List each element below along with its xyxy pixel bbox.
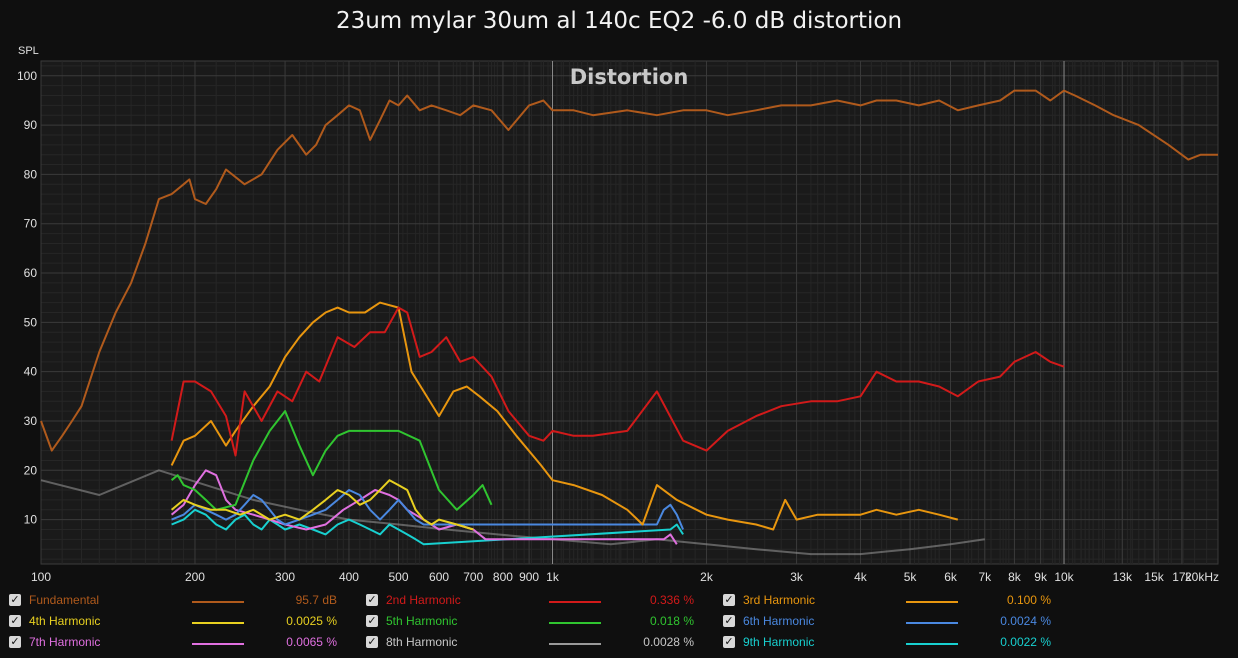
x-tick-label: 1k: [546, 570, 560, 584]
x-tick-label: 600: [429, 570, 449, 584]
y-tick-label: 90: [24, 118, 38, 132]
legend-item: ✓ 6th Harmonic 0.0024 %: [723, 613, 1063, 633]
x-tick-label: 15k: [1144, 570, 1164, 584]
x-tick-label: 4k: [854, 570, 868, 584]
x-tick-label: 10k: [1054, 570, 1074, 584]
checkbox[interactable]: ✓: [723, 615, 735, 627]
y-tick-label: 40: [24, 365, 38, 379]
x-tick-label: 500: [389, 570, 409, 584]
legend-item: ✓ 2nd Harmonic 0.336 %: [366, 592, 706, 612]
x-tick-label: 800: [493, 570, 513, 584]
legend-item: ✓ 4th Harmonic 0.0025 %: [9, 613, 349, 633]
legend-swatch: [549, 643, 601, 645]
legend-label: 7th Harmonic: [29, 635, 101, 649]
x-tick-label: 5k: [904, 570, 918, 584]
legend-item: ✓ 5th Harmonic 0.018 %: [366, 613, 706, 633]
legend: ✓ Fundamental 95.7 dB ✓ 2nd Harmonic 0.336 % ✓…: [0, 590, 1238, 658]
legend-swatch: [192, 601, 244, 603]
legend-item: ✓ Fundamental 95.7 dB: [9, 592, 349, 612]
legend-label: 9th Harmonic: [743, 635, 815, 649]
x-tick-label: 13k: [1113, 570, 1133, 584]
legend-swatch: [549, 601, 601, 603]
y-tick-label: 30: [24, 414, 38, 428]
y-tick-label: 20: [24, 463, 38, 477]
legend-label: 4th Harmonic: [29, 614, 101, 628]
legend-value: 0.0065 %: [286, 635, 337, 649]
x-tick-label: 700: [463, 570, 483, 584]
checkbox[interactable]: ✓: [366, 636, 378, 648]
x-tick-label: 100: [31, 570, 51, 584]
legend-value: 0.0024 %: [1000, 614, 1051, 628]
y-tick-label: 100: [17, 69, 37, 83]
legend-value: 0.100 %: [1006, 593, 1051, 607]
y-tick-label: 80: [24, 167, 38, 181]
legend-label: Fundamental: [29, 593, 100, 607]
legend-value: 0.336 %: [649, 593, 694, 607]
checkbox[interactable]: ✓: [723, 594, 735, 606]
checkbox[interactable]: ✓: [366, 615, 378, 627]
legend-swatch: [906, 622, 958, 624]
checkbox[interactable]: ✓: [723, 636, 735, 648]
y-tick-label: 50: [24, 315, 38, 329]
x-tick-label: 400: [339, 570, 359, 584]
y-tick-label: 10: [24, 513, 38, 527]
distortion-plot: 10 20 30 40 50 60 70 80 90 100 100 200 300 400 500 600…: [17, 45, 1219, 584]
x-tick-label: 20kHz: [1185, 570, 1219, 584]
checkbox[interactable]: ✓: [366, 594, 378, 606]
x-tick-label: 300: [275, 570, 295, 584]
legend-label: 2nd Harmonic: [386, 593, 461, 607]
checkbox[interactable]: ✓: [9, 636, 21, 648]
plot-subtitle: Distortion: [570, 65, 689, 89]
x-tick-label: 900: [519, 570, 539, 584]
legend-value: 0.018 %: [649, 614, 694, 628]
legend-item: ✓ 9th Harmonic 0.0022 %: [723, 634, 1063, 654]
x-tick-label: 7k: [978, 570, 992, 584]
checkbox[interactable]: ✓: [9, 594, 21, 606]
legend-item: ✓ 3rd Harmonic 0.100 %: [723, 592, 1063, 612]
legend-swatch: [906, 643, 958, 645]
x-tick-label: 6k: [944, 570, 958, 584]
y-tick-label: 60: [24, 266, 38, 280]
legend-swatch: [906, 601, 958, 603]
x-tick-label: 8k: [1008, 570, 1022, 584]
legend-swatch: [192, 643, 244, 645]
x-tick-label: 3k: [790, 570, 804, 584]
legend-label: 3rd Harmonic: [743, 593, 816, 607]
x-tick-label: 2k: [700, 570, 714, 584]
legend-label: 5th Harmonic: [386, 614, 458, 628]
legend-label: 8th Harmonic: [386, 635, 458, 649]
legend-label: 6th Harmonic: [743, 614, 815, 628]
y-tick-label: 70: [24, 217, 38, 231]
legend-swatch: [192, 622, 244, 624]
legend-item: ✓ 7th Harmonic 0.0065 %: [9, 634, 349, 654]
x-tick-label: 9k: [1034, 570, 1048, 584]
y-axis-label: SPL: [18, 45, 39, 57]
legend-value: 0.0028 %: [643, 635, 694, 649]
legend-swatch: [549, 622, 601, 624]
legend-value: 0.0025 %: [286, 614, 337, 628]
legend-value: 0.0022 %: [1000, 635, 1051, 649]
legend-value: 95.7 dB: [295, 593, 337, 607]
legend-item: ✓ 8th Harmonic 0.0028 %: [366, 634, 706, 654]
checkbox[interactable]: ✓: [9, 615, 21, 627]
x-tick-label: 200: [185, 570, 205, 584]
